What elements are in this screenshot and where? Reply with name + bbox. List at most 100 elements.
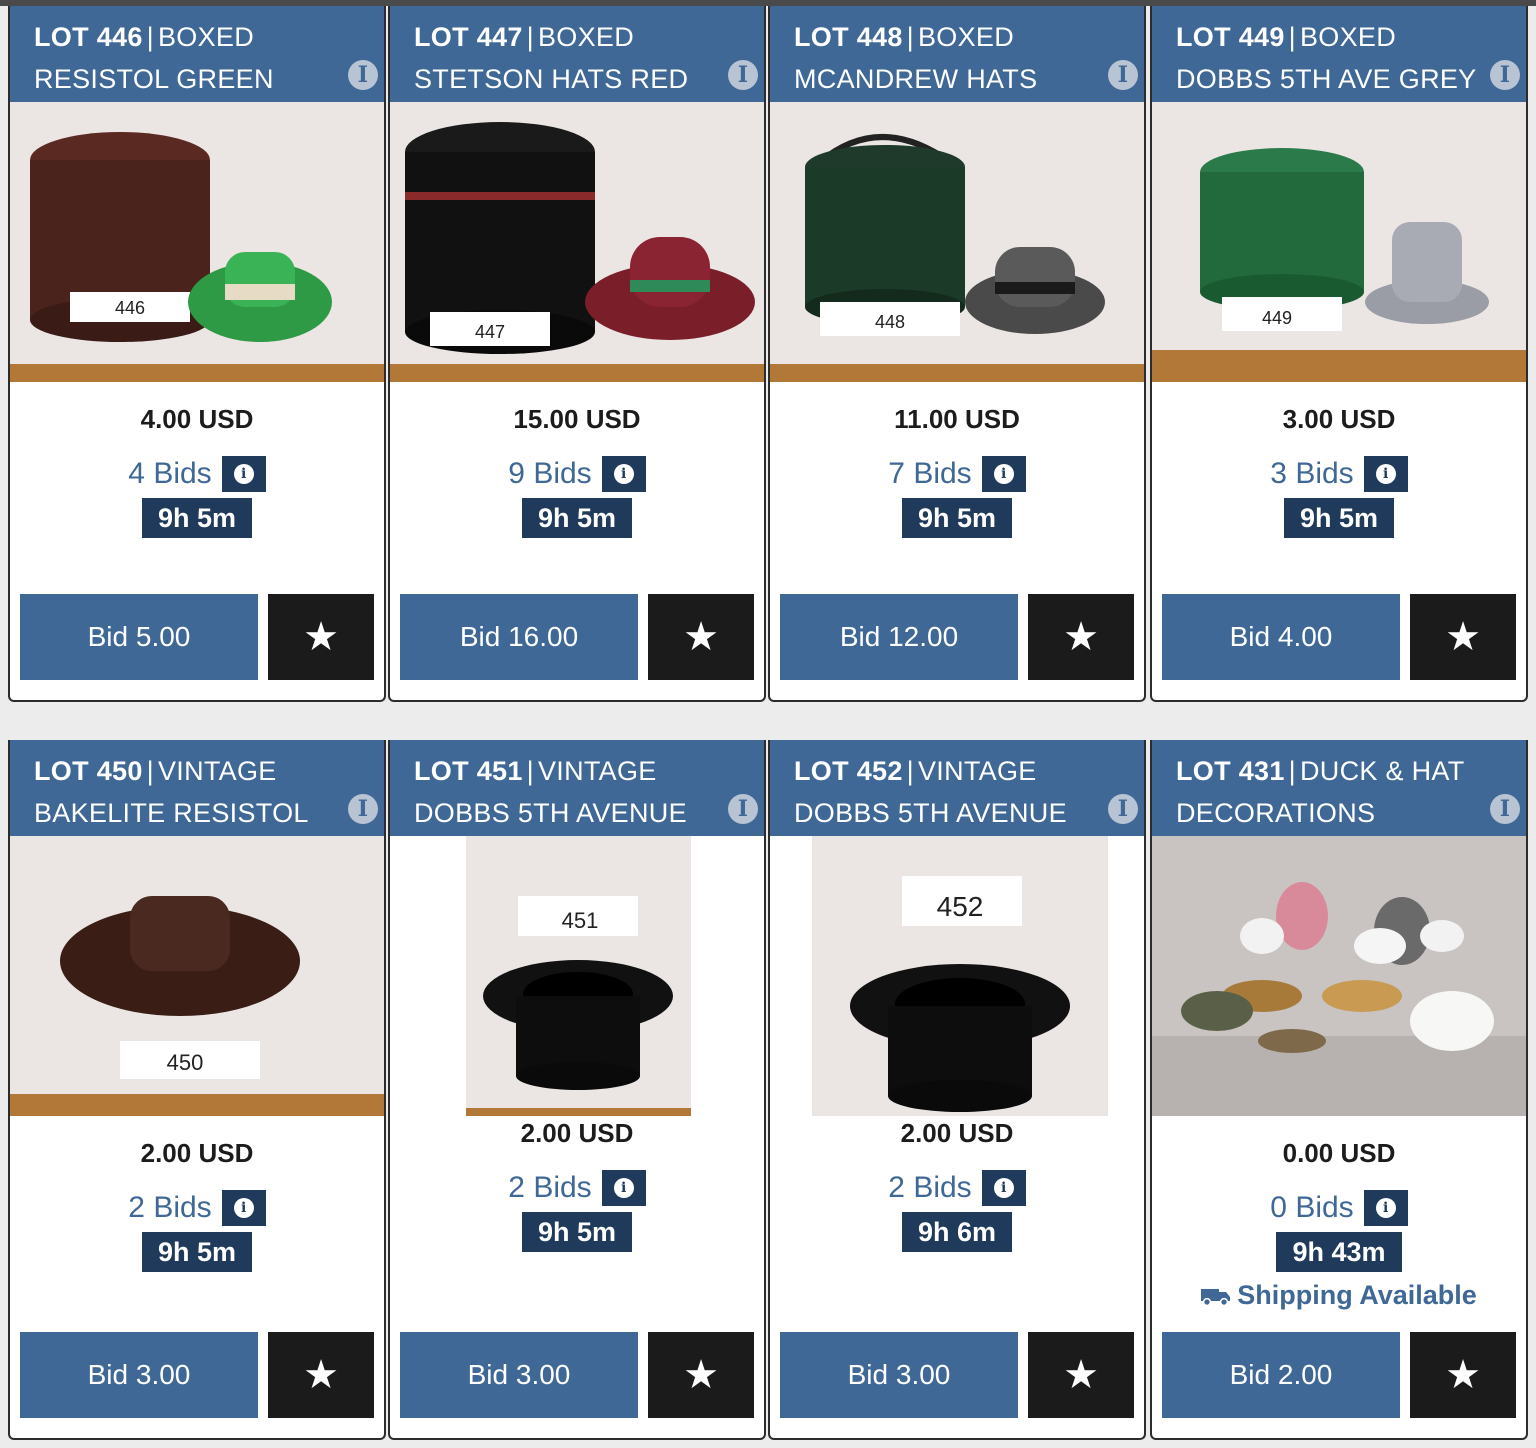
lot-header[interactable]: LOT 447|BOXED STETSON HATS RED FELT i [390, 6, 764, 136]
current-price: 3.00 USD [1282, 404, 1396, 434]
lot-number: LOT 452 [794, 756, 903, 786]
separator: | [906, 22, 914, 52]
lot-card: LOT 451|VINTAGE DOBBS 5TH AVENUE HATS i … [388, 740, 766, 1440]
lot-photo[interactable]: 449 [1152, 102, 1526, 382]
bid-button[interactable]: Bid 3.00 [400, 1332, 638, 1418]
lot-card: LOT 450|VINTAGE BAKELITE RESISTOL HATS i… [8, 740, 386, 1440]
lot-photo[interactable]: 452 [770, 836, 1144, 1116]
lot-header[interactable]: LOT 450|VINTAGE BAKELITE RESISTOL HATS i [10, 740, 384, 870]
lot-photo[interactable] [1152, 836, 1526, 1116]
bid-button[interactable]: Bid 5.00 [20, 594, 258, 680]
bid-history-icon[interactable]: i [221, 456, 266, 492]
lot-photo[interactable]: 450 [10, 836, 384, 1116]
bid-history-icon[interactable]: i [981, 456, 1026, 492]
time-remaining: 9h 6m [901, 1212, 1013, 1252]
photo-tag: 448 [875, 312, 905, 332]
separator: | [906, 756, 914, 786]
lot-number: LOT 450 [34, 756, 143, 786]
current-price: 15.00 USD [513, 404, 641, 434]
lot-number: LOT 431 [1176, 756, 1285, 786]
bid-history-icon[interactable]: i [601, 1170, 646, 1206]
info-icon[interactable]: i [348, 794, 378, 824]
bid-history-icon[interactable]: i [1363, 1190, 1408, 1226]
star-icon: ★ [303, 1352, 339, 1398]
bid-button[interactable]: Bid 2.00 [1162, 1332, 1400, 1418]
lot-header[interactable]: LOT 448|BOXED MCANDREW HATS GREY i [770, 6, 1144, 136]
lot-number: LOT 447 [414, 22, 523, 52]
info-icon[interactable]: i [728, 794, 758, 824]
star-icon: ★ [303, 614, 339, 660]
time-remaining: 9h 5m [141, 1232, 253, 1272]
current-price: 2.00 USD [140, 1138, 254, 1168]
separator: | [526, 756, 534, 786]
lot-header[interactable]: LOT 446|BOXED RESISTOL GREEN PLASTIC i [10, 6, 384, 136]
watch-button[interactable]: ★ [1410, 594, 1516, 680]
bid-count-link[interactable]: 4 Bids [128, 457, 211, 491]
separator: | [1288, 22, 1296, 52]
current-price: 2.00 USD [900, 1118, 1014, 1148]
bid-history-icon[interactable]: i [981, 1170, 1026, 1206]
time-remaining: 9h 5m [521, 1212, 633, 1252]
watch-button[interactable]: ★ [268, 594, 374, 680]
bid-count-link[interactable]: 2 Bids [128, 1191, 211, 1225]
current-price: 4.00 USD [140, 404, 254, 434]
separator: | [146, 756, 154, 786]
lot-photo[interactable]: 448 [770, 102, 1144, 382]
bid-count-link[interactable]: 3 Bids [1270, 457, 1353, 491]
time-remaining: 9h 5m [1283, 498, 1395, 538]
lot-number: LOT 449 [1176, 22, 1285, 52]
lot-card: LOT 449|BOXED DOBBS 5TH AVE GREY PLASTIC… [1150, 6, 1528, 702]
separator: | [526, 22, 534, 52]
watch-button[interactable]: ★ [268, 1332, 374, 1418]
current-price: 0.00 USD [1282, 1138, 1396, 1168]
watch-button[interactable]: ★ [1028, 594, 1134, 680]
info-icon[interactable]: i [1108, 794, 1138, 824]
lot-photo[interactable]: 451 [390, 836, 764, 1116]
bid-history-icon[interactable]: i [1363, 456, 1408, 492]
star-icon: ★ [1063, 614, 1099, 660]
star-icon: ★ [1445, 1352, 1481, 1398]
lot-number: LOT 448 [794, 22, 903, 52]
bid-button[interactable]: Bid 16.00 [400, 594, 638, 680]
watch-button[interactable]: ★ [648, 594, 754, 680]
separator: | [146, 22, 154, 52]
lot-card: LOT 446|BOXED RESISTOL GREEN PLASTIC i 4… [8, 6, 386, 702]
bid-history-icon[interactable]: i [601, 456, 646, 492]
photo-tag: 450 [167, 1050, 204, 1075]
current-price: 11.00 USD [894, 404, 1020, 434]
bid-button[interactable]: Bid 3.00 [780, 1332, 1018, 1418]
info-icon[interactable]: i [728, 60, 758, 90]
info-icon[interactable]: i [1490, 794, 1520, 824]
bid-count-link[interactable]: 7 Bids [888, 457, 971, 491]
current-price: 2.00 USD [520, 1118, 634, 1148]
shipping-available[interactable]: Shipping Available [1152, 1280, 1526, 1316]
star-icon: ★ [1063, 1352, 1099, 1398]
bid-count-link[interactable]: 2 Bids [508, 1171, 591, 1205]
bid-button[interactable]: Bid 12.00 [780, 594, 1018, 680]
lot-card: LOT 447|BOXED STETSON HATS RED FELT i 44… [388, 6, 766, 702]
lot-number: LOT 451 [414, 756, 523, 786]
lot-photo[interactable]: 446 [10, 102, 384, 382]
lot-header[interactable]: LOT 452|VINTAGE DOBBS 5TH AVENUE HATS i [770, 740, 1144, 870]
separator: | [1288, 756, 1296, 786]
bid-history-icon[interactable]: i [221, 1190, 266, 1226]
lot-header[interactable]: LOT 449|BOXED DOBBS 5TH AVE GREY PLASTIC… [1152, 6, 1526, 136]
lot-header[interactable]: LOT 451|VINTAGE DOBBS 5TH AVENUE HATS i [390, 740, 764, 870]
info-icon[interactable]: i [1108, 60, 1138, 90]
star-icon: ★ [1445, 614, 1481, 660]
bid-button[interactable]: Bid 4.00 [1162, 594, 1400, 680]
bid-button[interactable]: Bid 3.00 [20, 1332, 258, 1418]
photo-tag: 446 [115, 298, 145, 318]
lot-photo[interactable]: 447 [390, 102, 764, 382]
bid-count-link[interactable]: 0 Bids [1270, 1191, 1353, 1225]
photo-tag: 449 [1262, 308, 1292, 328]
info-icon[interactable]: i [1490, 60, 1520, 90]
lot-header[interactable]: LOT 431 | DUCK & HAT DECORATIONS i [1152, 740, 1526, 836]
info-icon[interactable]: i [348, 60, 378, 90]
shipping-label: Shipping Available [1237, 1280, 1477, 1310]
bid-count-link[interactable]: 9 Bids [508, 457, 591, 491]
watch-button[interactable]: ★ [1028, 1332, 1134, 1418]
watch-button[interactable]: ★ [648, 1332, 754, 1418]
watch-button[interactable]: ★ [1410, 1332, 1516, 1418]
bid-count-link[interactable]: 2 Bids [888, 1171, 971, 1205]
